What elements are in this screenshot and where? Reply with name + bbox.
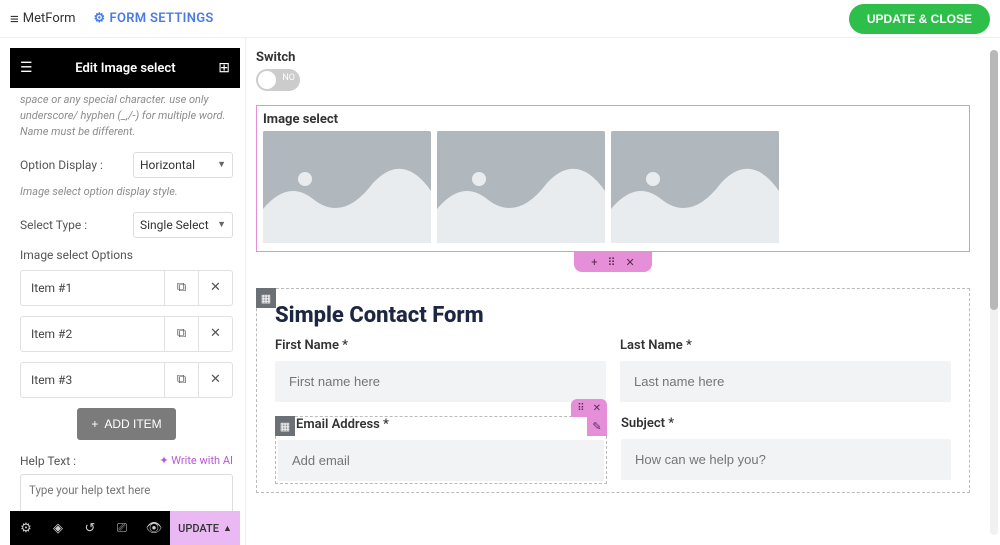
contact-form-section[interactable]: ▦ Simple Contact Form First Name * Last … bbox=[256, 288, 970, 493]
select-type-label: Select Type : bbox=[20, 218, 87, 232]
column-handle-icon[interactable]: ▦ bbox=[275, 416, 295, 436]
image-options bbox=[263, 131, 963, 243]
switch-toggle[interactable]: NO bbox=[256, 69, 300, 91]
update-button[interactable]: UPDATE ▲ bbox=[170, 511, 240, 545]
option-display-value: Horizontal bbox=[140, 158, 195, 172]
close-icon[interactable]: ✕ bbox=[626, 256, 635, 269]
subject-label: Subject * bbox=[621, 416, 951, 431]
form-settings-button[interactable]: ⚙ FORM SETTINGS bbox=[94, 11, 214, 26]
chevron-down-icon: ▼ bbox=[217, 219, 226, 230]
last-name-input[interactable] bbox=[620, 361, 951, 402]
section-handle-icon[interactable]: ▦ bbox=[256, 288, 276, 308]
settings-icon[interactable]: ⚙ bbox=[10, 521, 42, 536]
options-label: Image select Options bbox=[20, 248, 233, 262]
switch-widget-label: Switch bbox=[256, 50, 970, 65]
close-icon[interactable]: ✕ bbox=[198, 271, 232, 305]
image-select-title: Image select bbox=[263, 112, 963, 127]
option-item[interactable]: Item #1 ⧉ ✕ bbox=[20, 270, 233, 306]
option-item[interactable]: Item #2 ⧉ ✕ bbox=[20, 316, 233, 352]
image-select-widget[interactable]: Image select bbox=[256, 105, 970, 252]
edit-icon[interactable]: ✎ bbox=[587, 416, 607, 436]
subject-col[interactable]: Subject * bbox=[621, 416, 951, 484]
first-name-col[interactable]: First Name * bbox=[275, 338, 606, 402]
placeholder-icon bbox=[611, 131, 779, 243]
close-icon[interactable]: ✕ bbox=[198, 363, 232, 397]
panel-footer: ⚙ ◈ ↺ ⎚ 👁 UPDATE ▲ bbox=[10, 511, 240, 545]
option-item-label: Item #1 bbox=[21, 281, 164, 295]
responsive-icon[interactable]: ⎚ bbox=[106, 521, 138, 536]
drag-icon[interactable]: ⠿ bbox=[607, 256, 615, 269]
option-display-select[interactable]: Horizontal ▼ bbox=[133, 152, 233, 178]
history-icon[interactable]: ↺ bbox=[74, 521, 106, 536]
brand[interactable]: ≡ MetForm bbox=[10, 10, 76, 28]
select-type-select[interactable]: Single Select ▼ bbox=[133, 212, 233, 238]
gear-icon: ⚙ bbox=[94, 11, 106, 26]
first-name-input[interactable] bbox=[275, 361, 606, 402]
write-with-ai-button[interactable]: ✦ Write with AI bbox=[159, 454, 233, 467]
column-handles: ⠿ ✕ bbox=[571, 399, 607, 417]
menu-icon[interactable]: ☰ bbox=[20, 60, 33, 76]
top-bar: ≡ MetForm ⚙ FORM SETTINGS UPDATE & CLOSE bbox=[0, 0, 1000, 38]
help-text-row: Help Text : ✦ Write with AI bbox=[20, 454, 233, 468]
first-name-label: First Name * bbox=[275, 338, 606, 353]
option-display-label: Option Display : bbox=[20, 158, 103, 172]
email-label: Email Address * bbox=[278, 417, 604, 432]
form-row: First Name * Last Name * bbox=[265, 338, 961, 402]
form-row: ▦ ⠿ ✕ ✎ Email Address * Subject * bbox=[265, 416, 961, 484]
option-display-row: Option Display : Horizontal ▼ bbox=[20, 152, 233, 178]
image-option[interactable] bbox=[611, 131, 779, 243]
section-title: Simple Contact Form bbox=[265, 289, 961, 338]
name-help-text: space or any special character. use only… bbox=[20, 92, 233, 140]
canvas-scrollbar[interactable] bbox=[990, 50, 998, 535]
copy-icon[interactable]: ⧉ bbox=[164, 317, 198, 351]
scrollbar-thumb[interactable] bbox=[990, 50, 998, 310]
preview-icon[interactable]: 👁 bbox=[138, 521, 170, 536]
close-icon[interactable]: ✕ bbox=[593, 403, 601, 414]
email-input[interactable] bbox=[278, 440, 604, 481]
option-item[interactable]: Item #3 ⧉ ✕ bbox=[20, 362, 233, 398]
image-option[interactable] bbox=[263, 131, 431, 243]
toggle-state: NO bbox=[282, 73, 295, 83]
grid-icon[interactable]: ⊞ bbox=[218, 60, 230, 76]
drag-icon[interactable]: ⠿ bbox=[577, 403, 584, 414]
add-item-label: ADD ITEM bbox=[104, 417, 161, 431]
brand-label: MetForm bbox=[23, 11, 76, 26]
form-settings-label: FORM SETTINGS bbox=[110, 11, 214, 26]
help-text-label: Help Text : bbox=[20, 454, 76, 468]
select-type-value: Single Select bbox=[140, 218, 209, 232]
email-col[interactable]: ▦ ⠿ ✕ ✎ Email Address * bbox=[275, 416, 607, 484]
panel-title: Edit Image select bbox=[75, 61, 175, 76]
option-display-help: Image select option display style. bbox=[20, 184, 233, 200]
chevron-down-icon: ▼ bbox=[217, 159, 226, 170]
update-label: UPDATE bbox=[178, 522, 219, 535]
add-icon[interactable]: + bbox=[591, 256, 597, 269]
copy-icon[interactable]: ⧉ bbox=[164, 271, 198, 305]
topbar-left: ≡ MetForm ⚙ FORM SETTINGS bbox=[10, 10, 214, 28]
widget-handles: + ⠿ ✕ bbox=[574, 252, 652, 272]
last-name-label: Last Name * bbox=[620, 338, 951, 353]
option-item-label: Item #2 bbox=[21, 327, 164, 341]
subject-input[interactable] bbox=[621, 439, 951, 480]
navigator-icon[interactable]: ◈ bbox=[42, 521, 74, 536]
placeholder-icon bbox=[437, 131, 605, 243]
image-option[interactable] bbox=[437, 131, 605, 243]
copy-icon[interactable]: ⧉ bbox=[164, 363, 198, 397]
editor-canvas: Switch NO Image select + ⠿ ✕ ▦ Simple Co… bbox=[246, 38, 980, 545]
panel-scroll[interactable]: space or any special character. use only… bbox=[0, 88, 245, 545]
select-type-row: Select Type : Single Select ▼ bbox=[20, 212, 233, 238]
elementor-icon: ≡ bbox=[10, 10, 19, 28]
option-item-label: Item #3 bbox=[21, 373, 164, 387]
chevron-up-icon: ▲ bbox=[223, 523, 232, 534]
placeholder-icon bbox=[263, 131, 431, 243]
update-close-button[interactable]: UPDATE & CLOSE bbox=[849, 4, 990, 34]
last-name-col[interactable]: Last Name * bbox=[620, 338, 951, 402]
close-icon[interactable]: ✕ bbox=[198, 317, 232, 351]
plus-icon: + bbox=[91, 417, 98, 431]
add-item-button[interactable]: + ADD ITEM bbox=[77, 408, 175, 440]
panel-header: ☰ Edit Image select ⊞ bbox=[10, 48, 240, 88]
settings-panel: ☰ Edit Image select ⊞ space or any speci… bbox=[0, 38, 246, 545]
